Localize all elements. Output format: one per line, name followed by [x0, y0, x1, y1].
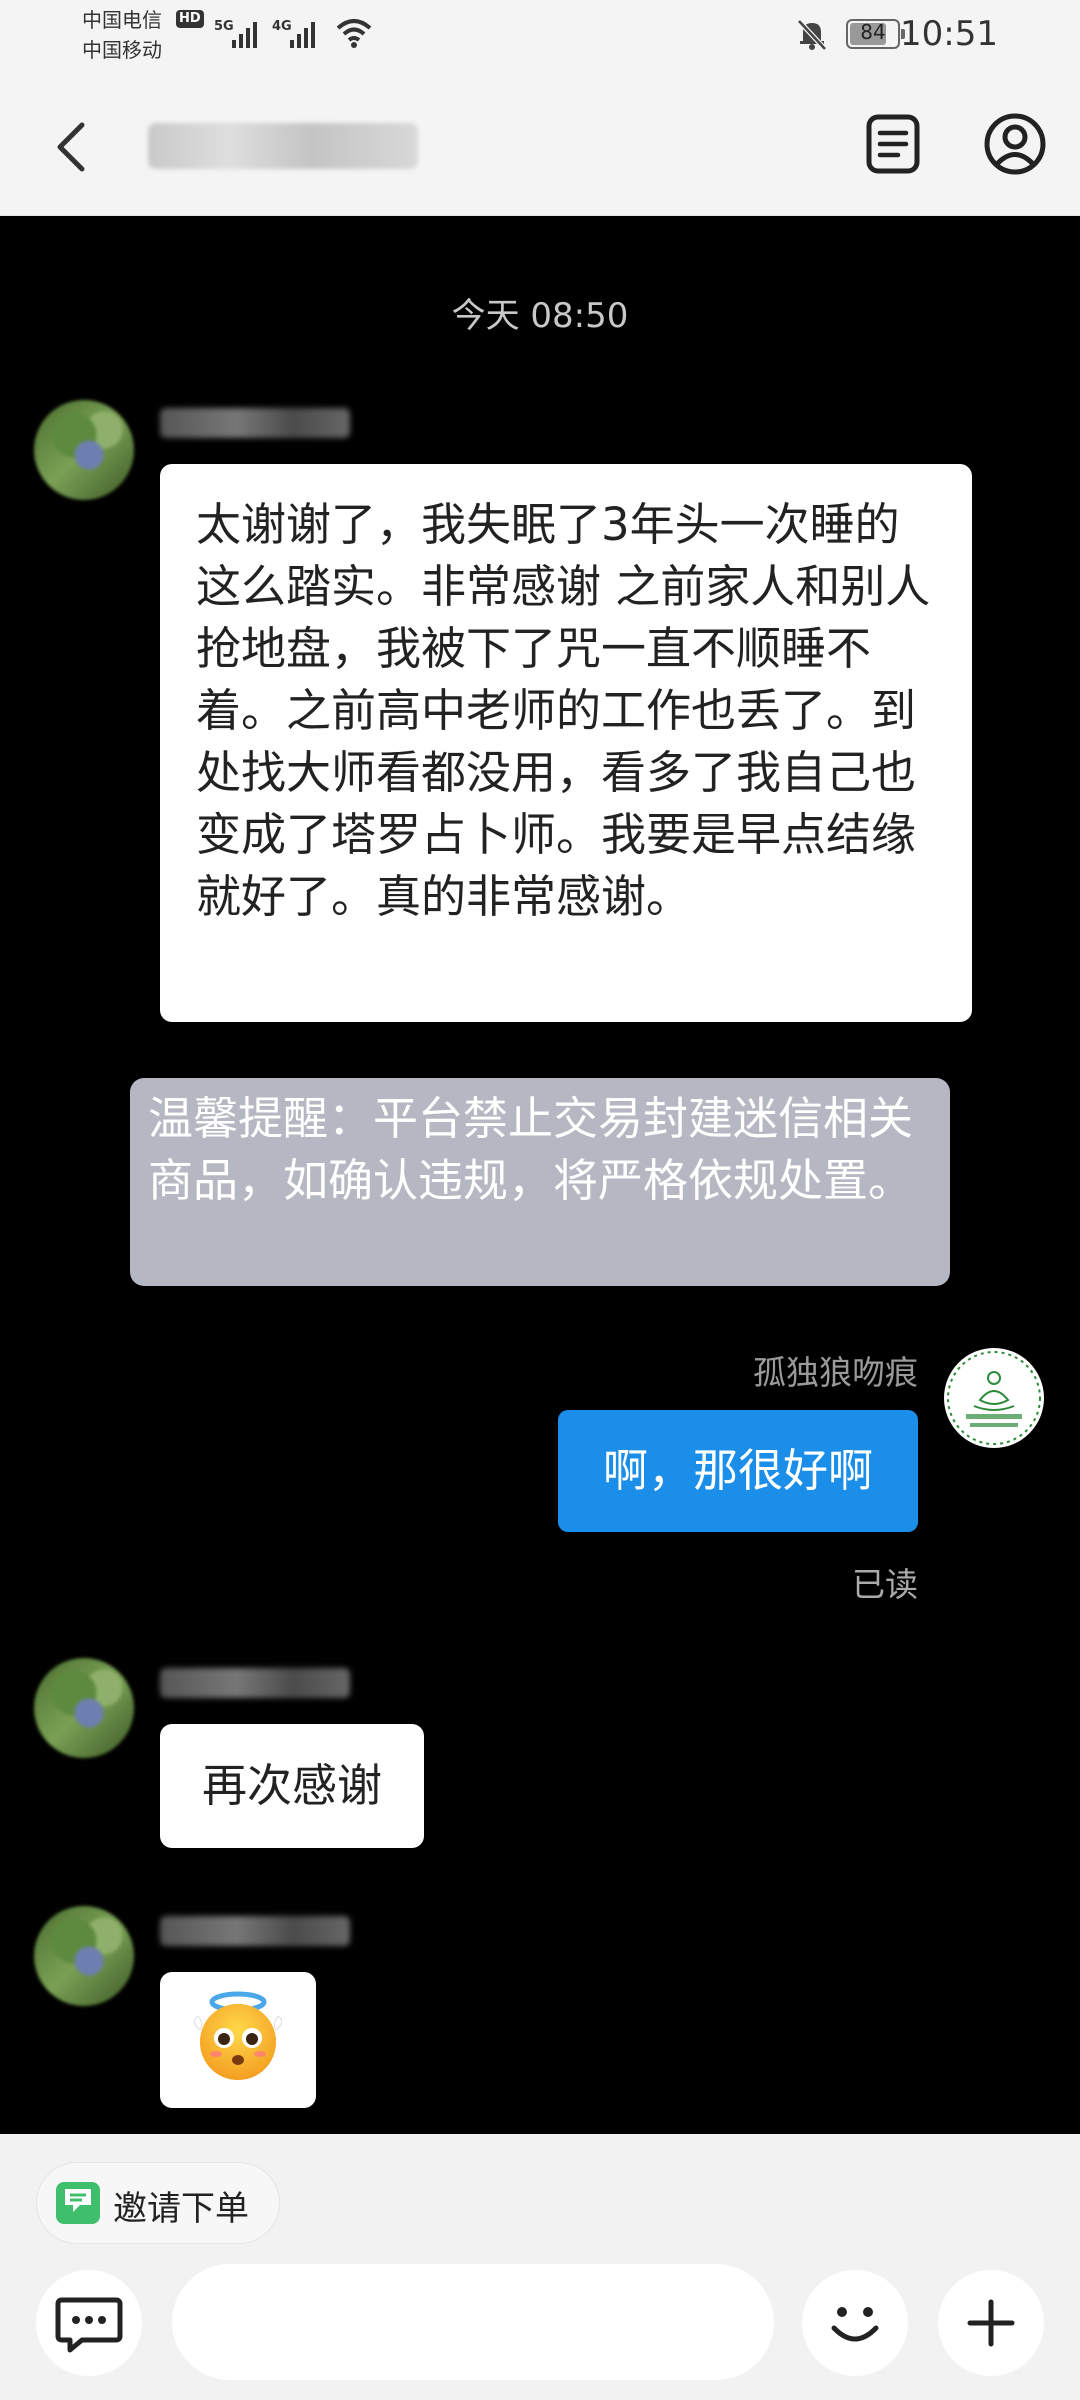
top-bar: 中国电信 中国移动 HD 5G 4G 84 10:51: [0, 0, 1080, 216]
wifi-icon: [336, 19, 372, 48]
message-bubble-incoming[interactable]: 再次感谢: [160, 1724, 424, 1848]
back-arrow-icon[interactable]: [48, 117, 98, 177]
message-input[interactable]: [172, 2264, 774, 2380]
order-form-icon: [56, 2182, 100, 2224]
invite-order-label: 邀请下单: [113, 2189, 249, 2229]
signal-5g-icon: 5G: [214, 19, 257, 48]
sender-nickname-blurred: tb_7219258: [160, 1668, 350, 1698]
svg-text:4G: 4G: [272, 19, 292, 34]
my-nickname: 孤独狼吻痕: [753, 1353, 918, 1392]
system-notice: 温馨提醒：平台禁止交易封建迷信相关商品，如确认违规，将严格依规处置。: [130, 1078, 950, 1286]
emoji-button[interactable]: [802, 2270, 908, 2376]
message-bubble-outgoing[interactable]: 啊，那很好啊: [558, 1410, 918, 1532]
chat-header: tb_7219258: [0, 75, 1080, 215]
hd-badge: HD: [176, 10, 204, 28]
more-options-button[interactable]: [938, 2270, 1044, 2376]
clock: 10:51: [900, 14, 998, 54]
chat-title-blurred: tb_7219258: [148, 123, 418, 169]
chat-area[interactable]: 今天 08:50 tb_7219258 太谢谢了，我失眠了3年头一次睡的这么踏实…: [0, 216, 1080, 2134]
smile-icon: [831, 2307, 879, 2342]
avatar[interactable]: [34, 1658, 134, 1758]
plus-icon: [967, 2299, 1015, 2347]
carrier-1: 中国电信: [82, 8, 162, 32]
input-bar: 邀请下单: [0, 2134, 1080, 2400]
user-profile-icon[interactable]: [980, 109, 1050, 179]
invite-order-button[interactable]: 邀请下单: [36, 2162, 280, 2244]
battery-indicator: 84: [846, 19, 905, 49]
orders-list-icon[interactable]: [858, 109, 928, 179]
status-bar: 中国电信 中国移动 HD 5G 4G 84 10:51: [0, 0, 1080, 75]
mute-bell-icon: [797, 19, 827, 51]
svg-text:5G: 5G: [214, 19, 234, 34]
chat-bubble-icon: [55, 2297, 123, 2353]
quick-reply-button[interactable]: [36, 2270, 142, 2376]
sender-nickname-blurred: tb_7219258: [160, 408, 350, 438]
carrier-2: 中国移动: [82, 38, 162, 62]
message-bubble-incoming[interactable]: 太谢谢了，我失眠了3年头一次睡的这么踏实。非常感谢 之前家人和别人抢地盘，我被下…: [160, 464, 972, 1022]
signal-4g-icon: 4G: [272, 19, 315, 48]
message-timestamp: 今天 08:50: [451, 296, 629, 336]
avatar[interactable]: [34, 400, 134, 500]
avatar[interactable]: [34, 1906, 134, 2006]
read-receipt: 已读: [852, 1565, 918, 1604]
angel-face-emoji-icon: [194, 1991, 282, 2080]
sender-nickname-blurred: tb_7219258: [160, 1916, 350, 1946]
my-avatar[interactable]: [944, 1348, 1044, 1448]
message-bubble-emoji[interactable]: [160, 1972, 316, 2108]
